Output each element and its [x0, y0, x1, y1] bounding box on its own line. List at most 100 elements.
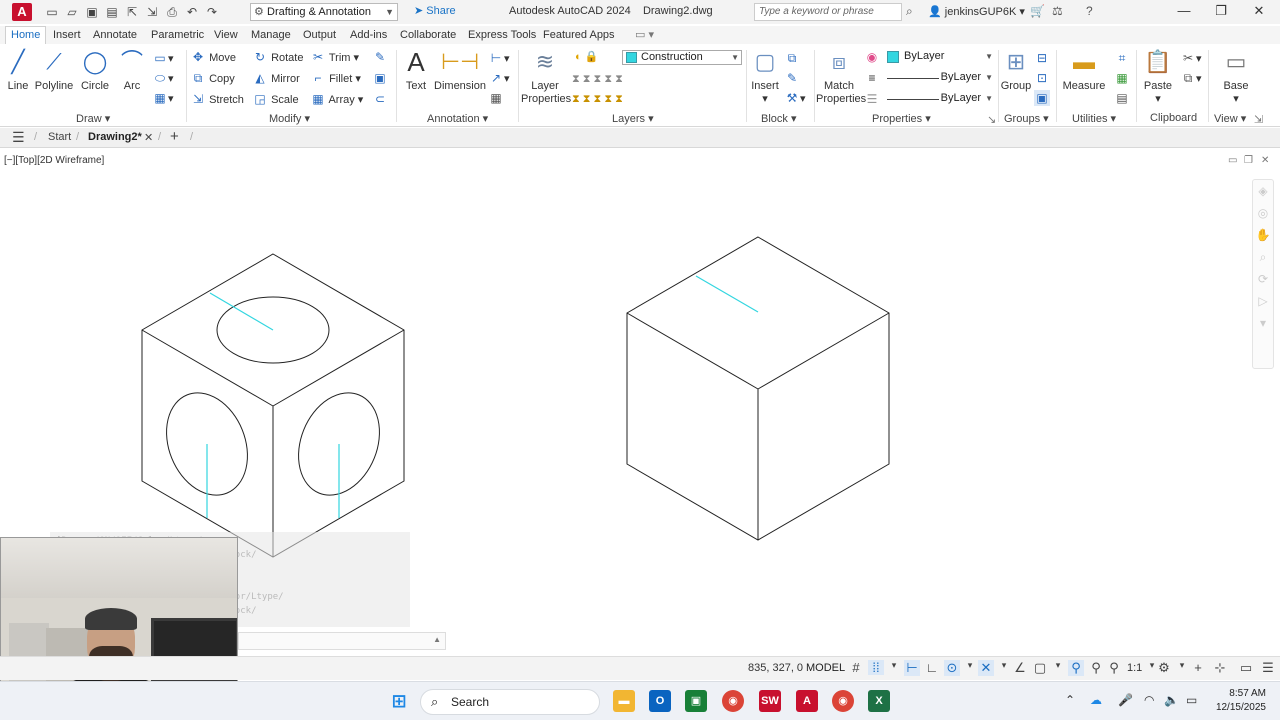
steering-wheel-icon[interactable]: ◎ — [1253, 202, 1273, 224]
auto-scale-icon[interactable]: ⚲ — [1088, 660, 1104, 676]
array-button[interactable]: ▦ Array ▾ — [310, 91, 363, 107]
clean-screen-icon[interactable]: ▭ — [1238, 660, 1254, 676]
infer-constraints-icon[interactable]: ⊢ — [904, 660, 920, 676]
tab-manage[interactable]: Manage — [246, 28, 296, 44]
show-hidden-icons[interactable]: ⌃ — [1065, 693, 1075, 707]
ribbon-options-icon[interactable]: ▭ ▾ — [630, 28, 659, 44]
chrome-icon[interactable]: ◉ — [722, 690, 744, 712]
save-as-icon[interactable]: ▤ — [104, 4, 120, 20]
battery-icon[interactable]: ▭ — [1186, 693, 1197, 707]
hatch-icon[interactable]: ▦ ▾ — [152, 90, 173, 106]
menu-icon[interactable]: ☰ — [12, 129, 25, 146]
pan-icon[interactable]: ✋ — [1253, 224, 1273, 246]
share-button[interactable]: ➤ Share — [414, 4, 456, 17]
clipboard-panel-title[interactable]: Clipboard — [1150, 112, 1197, 124]
workspace-select[interactable]: ⚙ Drafting & Annotation ▼ — [250, 3, 398, 21]
polar-tracking-icon[interactable]: ⊙ — [944, 660, 960, 676]
gear-icon[interactable]: ⚙ — [1156, 660, 1172, 676]
object-snap-tracking-icon[interactable]: ∠ — [1012, 660, 1028, 676]
clock[interactable]: 8:57 AM 12/15/2025 — [1210, 687, 1266, 715]
mirror-button[interactable]: ◭ Mirror — [252, 70, 299, 86]
tab-drawing2[interactable]: Drawing2* — [88, 131, 142, 143]
autocad-logo-icon[interactable]: A — [12, 3, 32, 21]
snap-icon[interactable]: ⁞⁞ — [868, 660, 884, 675]
plus-icon[interactable]: + — [1190, 660, 1206, 675]
lineweight-dropdown[interactable]: ByLayer ▼ — [885, 71, 995, 86]
scale-button[interactable]: ◲ Scale — [252, 91, 298, 107]
tab-home[interactable]: Home — [5, 26, 47, 44]
chevron-down-icon[interactable]: ▾ — [1174, 660, 1190, 671]
new-tab-icon[interactable]: + — [170, 128, 179, 145]
calculator-icon[interactable]: ▤ — [1114, 90, 1130, 106]
move-button[interactable]: ✥ Move — [190, 49, 236, 65]
linetype-icon[interactable]: ☰ — [864, 91, 880, 107]
multileader-icon[interactable]: ↗ ▾ — [488, 70, 510, 86]
quick-select-icon[interactable]: ⌗ — [1114, 50, 1130, 66]
line-button[interactable]: ╱ Line — [4, 48, 32, 92]
view-panel-title[interactable]: View ▾ — [1214, 112, 1246, 125]
annotation-scale-icon[interactable]: ⚲ — [1106, 660, 1122, 676]
chevron-up-icon[interactable]: ▲ — [433, 635, 441, 644]
rotate-button[interactable]: ↻ Rotate — [252, 49, 304, 65]
ortho-icon[interactable]: ∟ — [924, 660, 940, 675]
tab-annotate[interactable]: Annotate — [88, 28, 142, 44]
arc-button[interactable]: ⌒ Arc — [118, 48, 146, 92]
search-icon[interactable]: ⌕ — [906, 4, 913, 19]
group-select-icon[interactable]: ▣ — [1034, 90, 1050, 106]
help-icon[interactable]: ? — [1086, 4, 1093, 18]
erase-icon[interactable]: ✎ — [372, 49, 388, 65]
layer-tools-row-1[interactable]: ⧗ ⧗ ⧗ ⧗ ⧗ — [572, 71, 623, 87]
copy-clip-icon[interactable]: ⧉ ▾ — [1180, 70, 1202, 86]
annotation-visibility-icon[interactable]: ⚲ — [1068, 660, 1084, 676]
annotation-scale-value[interactable]: 1:1 — [1127, 662, 1142, 674]
undo-icon[interactable]: ↶ — [184, 4, 200, 20]
properties-panel-title[interactable]: Properties ▾ — [872, 112, 931, 125]
text-button[interactable]: A Text — [402, 48, 430, 92]
solidworks-icon[interactable]: SW — [759, 690, 781, 712]
microphone-icon[interactable]: 🎤 — [1118, 693, 1133, 707]
copy-button[interactable]: ⧉ Copy — [190, 70, 235, 86]
create-block-icon[interactable]: ⧉ — [784, 50, 800, 66]
tab-parametric[interactable]: Parametric — [146, 28, 209, 44]
chevron-down-icon[interactable]: ▾ — [1050, 660, 1066, 671]
annotation-panel-title[interactable]: Annotation ▾ — [427, 112, 488, 125]
lineweight-icon[interactable]: ≡ — [864, 70, 880, 86]
modify-panel-title[interactable]: Modify ▾ — [269, 112, 310, 125]
measure-button[interactable]: ▬ Measure — [1062, 48, 1106, 92]
tab-insert[interactable]: Insert — [48, 28, 86, 44]
draw-panel-title[interactable]: Draw ▾ — [76, 112, 110, 125]
cursor-coordinates[interactable]: 835, 327, 0 — [748, 662, 803, 674]
polyline-button[interactable]: ⟋ Polyline — [34, 48, 74, 92]
insert-button[interactable]: ▢ Insert ▾ — [750, 48, 780, 105]
google-classroom-icon[interactable]: ▣ — [685, 690, 707, 712]
viewcube-icon[interactable]: ◈ — [1253, 180, 1273, 202]
block-attribute-icon[interactable]: ⚒ ▾ — [784, 90, 806, 106]
autodesk-a360-icon[interactable]: ⚖ — [1052, 4, 1063, 18]
utilities-panel-title[interactable]: Utilities ▾ — [1072, 112, 1116, 125]
viewport-restore-icon[interactable]: ❐ — [1244, 155, 1253, 166]
layer-state-icons[interactable]: ◐ 🔒 — [575, 49, 598, 65]
new-file-icon[interactable]: ▭ — [44, 4, 60, 20]
cut-icon[interactable]: ✂ ▾ — [1180, 50, 1202, 66]
tab-view[interactable]: View — [209, 28, 243, 44]
open-web-icon[interactable]: ⇱ — [124, 4, 140, 20]
tab-collaborate[interactable]: Collaborate — [395, 28, 461, 44]
layers-panel-title[interactable]: Layers ▾ — [612, 112, 654, 125]
layer-properties-button[interactable]: ≋ Layer Properties — [521, 48, 571, 106]
tab-start[interactable]: Start — [48, 131, 71, 143]
redo-icon[interactable]: ↷ — [204, 4, 220, 20]
edit-block-icon[interactable]: ✎ — [784, 70, 800, 86]
save-icon[interactable]: ▣ — [84, 4, 100, 20]
viewport-minimize-icon[interactable]: ▭ — [1228, 155, 1237, 166]
minimize-button[interactable]: — — [1175, 3, 1193, 18]
viewport-controls-label[interactable]: [−][Top][2D Wireframe] — [4, 155, 104, 166]
tab-output[interactable]: Output — [298, 28, 341, 44]
plot-icon[interactable]: ⎙ — [164, 4, 180, 20]
tab-express-tools[interactable]: Express Tools — [463, 28, 541, 44]
ribbon-pin-icon[interactable]: ⇲ — [1254, 112, 1263, 128]
leader-icon[interactable]: ⊢ ▾ — [488, 50, 510, 66]
paste-button[interactable]: 📋 Paste ▾ — [1140, 48, 1176, 105]
object-snap-icon[interactable]: ▢ — [1032, 660, 1048, 676]
close-button[interactable]: ✕ — [1250, 3, 1268, 19]
showmotion-icon[interactable]: ▷ — [1253, 290, 1273, 312]
